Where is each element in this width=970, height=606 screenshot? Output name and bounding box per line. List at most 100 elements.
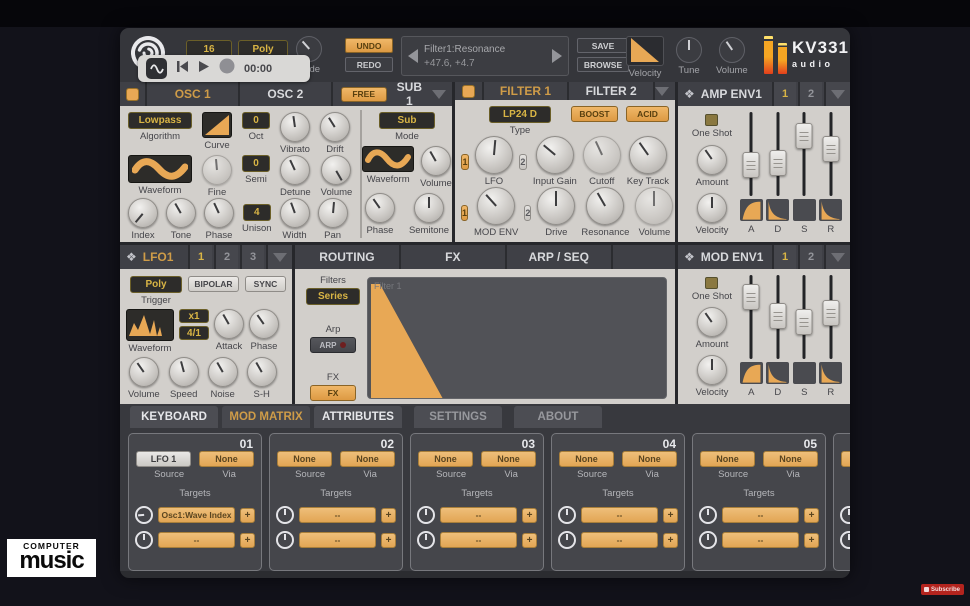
cutoff-knob[interactable] (583, 136, 621, 174)
osc-enable-toggle[interactable] (126, 88, 139, 101)
save-button[interactable]: SAVE (577, 38, 629, 53)
mod-amount-knob-icon[interactable] (840, 531, 850, 549)
filter-volume-knob[interactable] (635, 187, 673, 225)
browse-button[interactable]: BROWSE (577, 57, 629, 72)
unison-box[interactable]: 4 (243, 204, 271, 221)
mod-velocity-knob[interactable] (697, 355, 727, 385)
mod-target-field[interactable]: -- (299, 532, 376, 548)
undo-button[interactable]: UNDO (345, 38, 393, 53)
amp-env-dropdown[interactable] (824, 82, 850, 106)
tab-arp-seq[interactable]: ARP / SEQ (507, 245, 611, 269)
tab-filter1[interactable]: FILTER 1 (484, 82, 568, 100)
lfo-noise-knob[interactable] (208, 357, 238, 387)
resonance-knob[interactable] (586, 187, 624, 225)
lfo-tab-3[interactable]: 3 (240, 245, 264, 269)
add-target-button[interactable]: + (804, 533, 819, 548)
mod-a-slider[interactable] (741, 275, 761, 359)
mod-diamond-icon[interactable]: ❖ (684, 87, 695, 101)
detune-knob[interactable] (280, 155, 310, 185)
mod-source-button[interactable]: None (277, 451, 332, 467)
lfo-speed-knob[interactable] (169, 357, 199, 387)
mod-amount-knob-icon[interactable] (699, 506, 717, 524)
sync-button[interactable]: SYNC (245, 276, 286, 292)
lfo-ratio-box[interactable]: 4/1 (179, 326, 209, 340)
mod-source-button[interactable]: LFO 1 (136, 451, 191, 467)
sub-mode-box[interactable]: Sub (379, 112, 435, 129)
osc1-volume-knob[interactable] (321, 155, 351, 185)
oct-box[interactable]: 0 (242, 112, 270, 129)
mod-env-tab-1[interactable]: 1 (772, 245, 796, 269)
mod-one-shot-checkbox[interactable] (705, 277, 718, 289)
filter-dropdown-icon[interactable] (655, 87, 669, 96)
arp-button[interactable]: ARP (310, 337, 356, 353)
add-target-button[interactable]: + (804, 508, 819, 523)
mod-s-curve[interactable] (793, 362, 816, 384)
velocity-curve[interactable] (626, 36, 664, 66)
acid-button[interactable]: ACID (626, 106, 669, 122)
index-knob[interactable] (128, 198, 158, 228)
lfo-sh-knob[interactable] (247, 357, 277, 387)
curve-display[interactable] (202, 112, 232, 138)
input-gain-knob[interactable] (536, 136, 574, 174)
add-target-button[interactable]: + (663, 508, 678, 523)
mod-target-field[interactable]: -- (581, 507, 658, 523)
amp-s-curve[interactable] (793, 199, 816, 221)
osc-dropdown-icon[interactable] (432, 90, 446, 99)
prev-param-icon[interactable] (408, 49, 418, 63)
lfo-waveform-display[interactable] (126, 309, 174, 341)
trigger-box[interactable]: Poly (130, 276, 182, 293)
amp-d-curve[interactable] (766, 199, 789, 221)
filter-lfo-knob[interactable] (475, 136, 513, 174)
mod-amount-knob-icon[interactable] (135, 506, 153, 524)
mod-target-field[interactable]: -- (158, 532, 235, 548)
mod-source-button[interactable]: None (841, 451, 850, 467)
amp-a-slider[interactable] (741, 112, 761, 196)
mod-env-dropdown[interactable] (824, 245, 850, 269)
lfo-tab-1[interactable]: 1 (188, 245, 212, 269)
mod-via-button[interactable]: None (481, 451, 536, 467)
lfo-phase-knob[interactable] (249, 309, 279, 339)
tab-routing[interactable]: ROUTING (295, 245, 399, 269)
mod-via-button[interactable]: None (199, 451, 254, 467)
boost-button[interactable]: BOOST (571, 106, 618, 122)
mod-s-slider[interactable] (794, 275, 814, 359)
sub-waveform-display[interactable] (362, 146, 414, 172)
tab-settings[interactable]: SETTINGS (414, 406, 502, 428)
lfo-tab-2[interactable]: 2 (214, 245, 238, 269)
sub-semitone-knob[interactable] (414, 193, 444, 223)
mod-target-field[interactable]: -- (722, 532, 799, 548)
drive-knob[interactable] (537, 187, 575, 225)
filters-series-box[interactable]: Series (306, 288, 360, 305)
master-volume-knob[interactable] (719, 37, 745, 63)
tab-sub1[interactable]: SUB 1 (397, 80, 422, 108)
mod-r-curve[interactable] (819, 362, 842, 384)
mod-target-field[interactable]: -- (581, 532, 658, 548)
filter-type-box[interactable]: LP24 D (489, 106, 551, 123)
add-target-button[interactable]: + (663, 533, 678, 548)
mod-target-field[interactable]: -- (722, 507, 799, 523)
mod-target-field[interactable]: -- (299, 507, 376, 523)
amp-a-curve[interactable] (740, 199, 763, 221)
filter-modenv1-button[interactable]: 1 (461, 205, 468, 221)
mod-via-button[interactable]: None (622, 451, 677, 467)
mod-amount-knob-icon[interactable] (699, 531, 717, 549)
add-target-button[interactable]: + (240, 508, 255, 523)
vibrato-knob[interactable] (280, 112, 310, 142)
mod-target-field[interactable]: -- (440, 532, 517, 548)
amp-amount-knob[interactable] (697, 145, 727, 175)
fx-button[interactable]: FX (310, 385, 356, 401)
tab-about[interactable]: ABOUT (514, 406, 602, 428)
mod-source-button[interactable]: None (559, 451, 614, 467)
lfo-dropdown[interactable] (266, 245, 292, 269)
filter-response-display[interactable]: Filter 1 (367, 277, 667, 399)
tone-knob[interactable] (166, 198, 196, 228)
skip-back-button[interactable] (176, 60, 189, 78)
bipolar-button[interactable]: BIPOLAR (188, 276, 239, 292)
filter-modenv2-button[interactable]: 2 (524, 205, 531, 221)
mod-amount-knob-icon[interactable] (276, 506, 294, 524)
mod-amount-knob-icon[interactable] (417, 506, 435, 524)
mod-target-field[interactable]: Osc1:Wave Index (158, 507, 235, 523)
tune-knob[interactable] (676, 37, 702, 63)
amp-r-curve[interactable] (819, 199, 842, 221)
mod-env-diamond-icon[interactable]: ❖ (684, 250, 695, 264)
